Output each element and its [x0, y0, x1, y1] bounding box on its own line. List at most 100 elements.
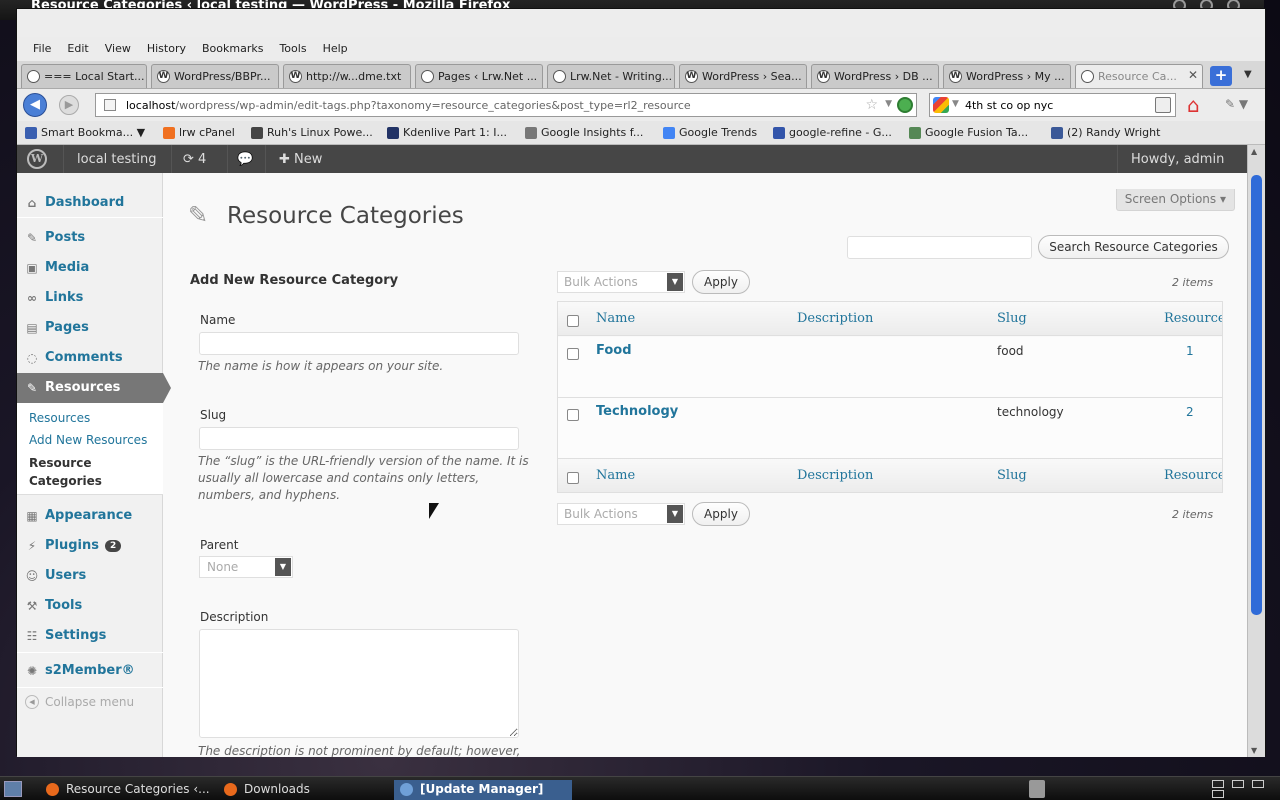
column-slug[interactable]: Slug	[997, 311, 1027, 326]
slug-field[interactable]	[199, 427, 519, 450]
bookmark-item[interactable]: Google Fusion Ta...	[909, 126, 1028, 139]
menu-edit[interactable]: Edit	[59, 37, 96, 61]
sidebar-item-posts[interactable]: ✎ Posts	[17, 223, 163, 253]
taskbar-item[interactable]: Downloads	[218, 780, 388, 800]
start-menu-icon[interactable]	[4, 781, 22, 797]
url-bar[interactable]: localhost/wordpress/wp-admin/edit-tags.p…	[95, 93, 917, 117]
workspace-icon[interactable]	[1212, 780, 1224, 788]
workspace-icon[interactable]	[1212, 790, 1224, 798]
wordpress-logo-icon[interactable]: W	[27, 149, 47, 169]
browser-tab[interactable]: W WordPress › My ...	[943, 64, 1071, 88]
tools-icon[interactable]: ✎ ▼	[1225, 97, 1248, 111]
menu-view[interactable]: View	[97, 37, 139, 61]
sidebar-item-media[interactable]: ▣ Media	[17, 253, 163, 283]
name-field[interactable]	[199, 332, 519, 355]
back-button[interactable]: ◀	[23, 93, 47, 117]
row-count-link[interactable]: 1	[1186, 344, 1194, 358]
tab-list-icon[interactable]: ▼	[1244, 69, 1252, 80]
comment-bubble-icon[interactable]: 💬	[237, 152, 253, 167]
browser-tab[interactable]: Pages ‹ Lrw.Net ...	[415, 64, 543, 88]
browser-tab[interactable]: === Local Start...	[21, 64, 147, 88]
bookmark-item[interactable]: (2) Randy Wright	[1051, 126, 1160, 139]
row-checkbox[interactable]	[567, 348, 579, 360]
column-name[interactable]: Name	[596, 311, 635, 326]
column-name[interactable]: Name	[596, 468, 635, 483]
description-textarea[interactable]	[199, 629, 519, 738]
menu-tools[interactable]: Tools	[271, 37, 314, 61]
browser-tab[interactable]: W WordPress/BBPr...	[151, 64, 279, 88]
collapse-menu-button[interactable]: ◀ Collapse menu	[25, 695, 134, 709]
search-engine-dropdown-icon[interactable]: ▼	[952, 99, 959, 109]
screen-options-button[interactable]: Screen Options ▾	[1115, 189, 1235, 211]
updates-link[interactable]: ⟳ 4	[183, 152, 206, 167]
sidebar-item-comments[interactable]: ◌ Comments	[17, 343, 163, 373]
sidebar-item-tools[interactable]: ⚒ Tools	[17, 591, 163, 621]
bulk-actions-select-top[interactable]: Bulk Actions ▼	[557, 271, 685, 293]
new-tab-button[interactable]: +	[1210, 66, 1232, 86]
taskbar-item[interactable]: Resource Categories ‹...	[40, 780, 210, 800]
row-name-link[interactable]: Technology	[596, 404, 678, 419]
column-slug[interactable]: Slug	[997, 468, 1027, 483]
browser-tab-active[interactable]: Resource Ca... ✕	[1075, 64, 1203, 88]
bookmark-item[interactable]: lrw cPanel	[163, 126, 235, 139]
bookmark-item[interactable]: google-refine - G...	[773, 126, 892, 139]
sidebar-item-s2member[interactable]: ✺ s2Member®	[17, 656, 163, 686]
forward-button[interactable]: ▶	[59, 95, 79, 115]
sidebar-item-resources[interactable]: ✎ Resources	[17, 373, 163, 403]
howdy-user-link[interactable]: Howdy, admin	[1131, 152, 1224, 167]
sidebar-item-links[interactable]: ∞ Links	[17, 283, 163, 313]
browser-tab[interactable]: Lrw.Net - Writing...	[547, 64, 675, 88]
menu-file[interactable]: File	[25, 37, 59, 61]
search-bar[interactable]: ▼ 4th st co op nyc	[929, 93, 1176, 117]
close-tab-icon[interactable]: ✕	[1188, 68, 1198, 82]
apply-button-top[interactable]: Apply	[692, 270, 750, 294]
go-icon[interactable]	[897, 97, 913, 113]
page-scrollbar[interactable]: ▲ ▼	[1247, 145, 1265, 757]
bulk-actions-select-bottom[interactable]: Bulk Actions ▼	[557, 503, 685, 525]
site-name-link[interactable]: local testing	[77, 152, 157, 167]
search-categories-button[interactable]: Search Resource Categories	[1038, 235, 1229, 259]
new-content-link[interactable]: ✚ New	[279, 152, 322, 167]
search-categories-input[interactable]	[847, 236, 1032, 259]
parent-select[interactable]: None ▼	[199, 556, 293, 578]
column-description[interactable]: Description	[797, 311, 873, 326]
menu-help[interactable]: Help	[315, 37, 356, 61]
bookmark-star-icon[interactable]: ☆	[865, 97, 878, 113]
select-all-checkbox-footer[interactable]	[567, 472, 579, 484]
taskbar-item-active[interactable]: [Update Manager]	[394, 780, 572, 800]
column-description[interactable]: Description	[797, 468, 873, 483]
browser-tab[interactable]: W WordPress › DB ...	[811, 64, 939, 88]
sidebar-item-users[interactable]: ☺ Users	[17, 561, 163, 591]
menu-bookmarks[interactable]: Bookmarks	[194, 37, 271, 61]
sidebar-item-appearance[interactable]: ▦ Appearance	[17, 501, 163, 531]
submenu-item-resource-categories[interactable]: Resource Categories	[29, 454, 149, 490]
submenu-item-add-new-resources[interactable]: Add New Resources	[29, 433, 147, 447]
column-resources[interactable]: Resources	[1164, 468, 1222, 483]
menu-history[interactable]: History	[139, 37, 194, 61]
bookmark-item[interactable]: Google Trends	[663, 126, 757, 139]
bookmark-item[interactable]: Google Insights f...	[525, 126, 643, 139]
sidebar-item-settings[interactable]: ☷ Settings	[17, 621, 163, 651]
sidebar-item-plugins[interactable]: ⚡ Plugins 2	[17, 531, 163, 561]
scrollbar-thumb[interactable]	[1251, 175, 1262, 615]
sidebar-item-pages[interactable]: ▤ Pages	[17, 313, 163, 343]
browser-tab[interactable]: W WordPress › Sea...	[679, 64, 807, 88]
sidebar-item-dashboard[interactable]: ⌂ Dashboard	[17, 188, 163, 218]
scroll-up-icon[interactable]: ▲	[1251, 147, 1257, 156]
browser-tab[interactable]: Whttp://w...dme.txt	[283, 64, 411, 88]
select-all-checkbox[interactable]	[567, 315, 579, 327]
bookmark-item[interactable]: Kdenlive Part 1: I...	[387, 126, 507, 139]
bookmark-item[interactable]: Smart Bookma... ▼	[25, 126, 145, 139]
scroll-down-icon[interactable]: ▼	[1251, 746, 1257, 755]
row-name-link[interactable]: Food	[596, 343, 632, 358]
url-history-icon[interactable]: ▼	[885, 99, 892, 109]
workspace-icon[interactable]	[1252, 780, 1264, 788]
row-count-link[interactable]: 2	[1186, 405, 1194, 419]
workspace-switcher[interactable]	[1212, 779, 1268, 799]
column-resources[interactable]: Resources	[1164, 311, 1222, 326]
bookmark-item[interactable]: Ruh's Linux Powe...	[251, 126, 373, 139]
google-icon[interactable]	[933, 97, 949, 113]
trash-icon[interactable]	[1029, 780, 1045, 798]
row-checkbox[interactable]	[567, 409, 579, 421]
home-icon[interactable]: ⌂	[1187, 93, 1200, 117]
